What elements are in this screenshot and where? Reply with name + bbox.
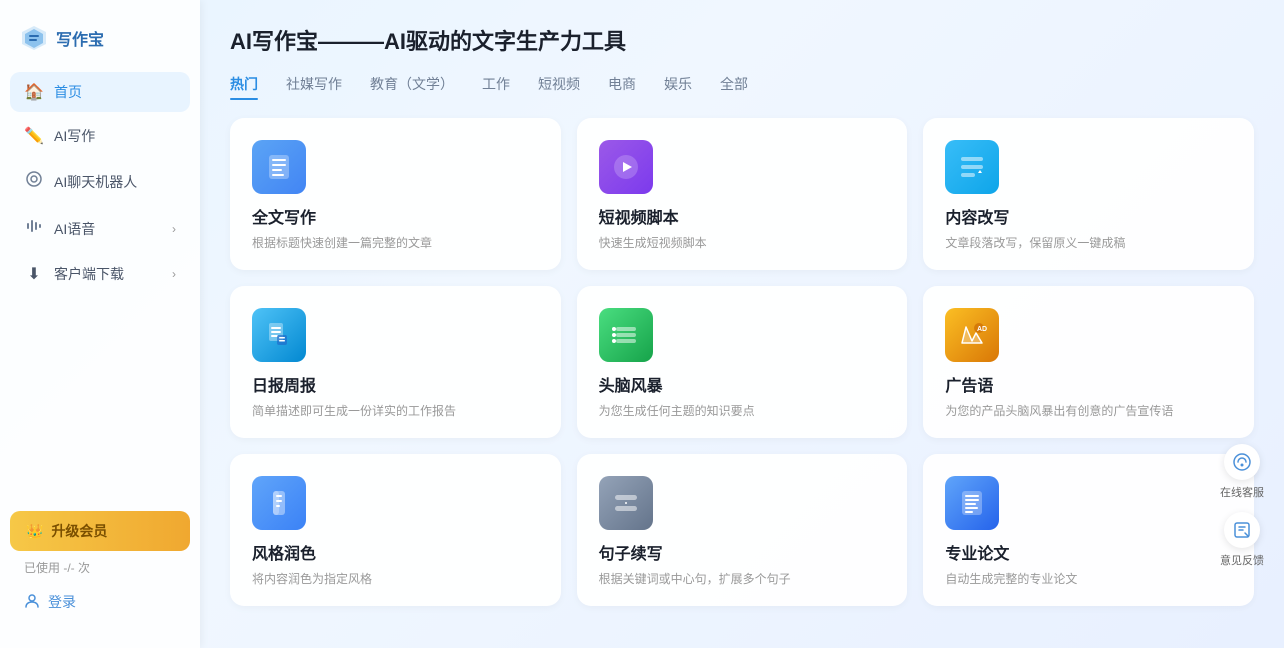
card-grid: 全文写作 根据标题快速创建一篇完整的文章 短视频脚本 快速生成短视频脚本 xyxy=(230,118,1254,606)
sidebar-item-ai-writing[interactable]: ✏️ AI写作 xyxy=(10,116,190,156)
card-ad-title: 广告语 xyxy=(945,372,1232,396)
tab-entertainment[interactable]: 娱乐 xyxy=(664,74,692,98)
card-thesis[interactable]: 专业论文 自动生成完整的专业论文 xyxy=(923,454,1254,606)
card-advertisement[interactable]: AD 广告语 为您的产品头脑风暴出有创意的广告宣传语 xyxy=(923,286,1254,438)
voice-icon xyxy=(24,217,44,240)
download-icon: ⬇ xyxy=(24,264,44,284)
card-report-title: 日报周报 xyxy=(252,372,539,396)
sidebar: 写作宝 🏠 首页 ✏️ AI写作 AI聊天机器人 xyxy=(0,0,200,648)
card-continue-icon xyxy=(599,476,653,530)
card-style-tone[interactable]: 风格润色 将内容润色为指定风格 xyxy=(230,454,561,606)
card-video-script-desc: 快速生成短视频脚本 xyxy=(599,234,886,252)
card-ad-desc: 为您的产品头脑风暴出有创意的广告宣传语 xyxy=(945,402,1232,420)
card-short-video-script[interactable]: 短视频脚本 快速生成短视频脚本 xyxy=(577,118,908,270)
feedback-label: 意见反馈 xyxy=(1220,552,1264,568)
chevron-right-icon-2: › xyxy=(172,267,176,281)
card-ad-icon: AD xyxy=(945,308,999,362)
card-brainstorm[interactable]: 头脑风暴 为您生成任何主题的知识要点 xyxy=(577,286,908,438)
logo-text: 写作宝 xyxy=(56,26,104,50)
card-style-title: 风格润色 xyxy=(252,540,539,564)
card-rewrite-icon xyxy=(945,140,999,194)
sidebar-item-ai-writing-label: AI写作 xyxy=(54,126,95,146)
logo-icon xyxy=(20,24,48,52)
card-thesis-icon xyxy=(945,476,999,530)
upgrade-button[interactable]: 👑 升级会员 xyxy=(10,511,190,551)
online-service-label: 在线客服 xyxy=(1220,484,1264,500)
main-content: AI写作宝———AI驱动的文字生产力工具 热门 社媒写作 教育（文学） 工作 短… xyxy=(200,0,1284,648)
chevron-right-icon: › xyxy=(172,222,176,236)
card-full-writing[interactable]: 全文写作 根据标题快速创建一篇完整的文章 xyxy=(230,118,561,270)
crown-icon: 👑 xyxy=(26,523,43,540)
sidebar-item-ai-voice[interactable]: AI语音 › xyxy=(10,207,190,250)
tab-short-video[interactable]: 短视频 xyxy=(538,74,580,98)
user-icon xyxy=(24,593,40,612)
feedback-button[interactable]: 意见反馈 xyxy=(1216,512,1268,568)
card-full-writing-desc: 根据标题快速创建一篇完整的文章 xyxy=(252,234,539,252)
card-rewrite-title: 内容改写 xyxy=(945,204,1232,228)
card-report-icon xyxy=(252,308,306,362)
tab-bar: 热门 社媒写作 教育（文学） 工作 短视频 电商 娱乐 全部 xyxy=(230,74,1254,98)
card-brainstorm-desc: 为您生成任何主题的知识要点 xyxy=(599,402,886,420)
pencil-icon: ✏️ xyxy=(24,126,44,146)
tab-social[interactable]: 社媒写作 xyxy=(286,74,342,98)
card-video-script-title: 短视频脚本 xyxy=(599,204,886,228)
card-rewrite-desc: 文章段落改写，保留原义一键成稿 xyxy=(945,234,1232,252)
online-service-button[interactable]: 在线客服 xyxy=(1216,444,1268,500)
card-style-icon xyxy=(252,476,306,530)
login-label: 登录 xyxy=(48,592,76,612)
feedback-icon xyxy=(1224,512,1260,548)
sidebar-item-ai-chat-label: AI聊天机器人 xyxy=(54,172,137,192)
tab-all[interactable]: 全部 xyxy=(720,74,748,98)
tab-ecommerce[interactable]: 电商 xyxy=(608,74,636,98)
card-report-desc: 简单描述即可生成一份详实的工作报告 xyxy=(252,402,539,420)
card-brainstorm-title: 头脑风暴 xyxy=(599,372,886,396)
upgrade-label: 升级会员 xyxy=(51,521,107,541)
card-style-desc: 将内容润色为指定风格 xyxy=(252,570,539,588)
tab-education[interactable]: 教育（文学） xyxy=(370,74,454,98)
sidebar-item-ai-chat[interactable]: AI聊天机器人 xyxy=(10,160,190,203)
card-brainstorm-icon xyxy=(599,308,653,362)
card-daily-report[interactable]: 日报周报 简单描述即可生成一份详实的工作报告 xyxy=(230,286,561,438)
sidebar-item-client-download[interactable]: ⬇ 客户端下载 › xyxy=(10,254,190,294)
card-thesis-title: 专业论文 xyxy=(945,540,1232,564)
login-button[interactable]: 登录 xyxy=(10,584,190,620)
card-sentence-continue[interactable]: 句子续写 根据关键词或中心句，扩展多个句子 xyxy=(577,454,908,606)
sidebar-item-client-download-label: 客户端下载 xyxy=(54,264,124,284)
tab-hot[interactable]: 热门 xyxy=(230,74,258,98)
card-continue-desc: 根据关键词或中心句，扩展多个句子 xyxy=(599,570,886,588)
home-icon: 🏠 xyxy=(24,82,44,102)
card-thesis-desc: 自动生成完整的专业论文 xyxy=(945,570,1232,588)
usage-text: 已使用 -/- 次 xyxy=(10,559,190,576)
sidebar-nav: 🏠 首页 ✏️ AI写作 AI聊天机器人 xyxy=(0,72,200,499)
sidebar-bottom: 👑 升级会员 已使用 -/- 次 登录 xyxy=(0,499,200,632)
card-content-rewrite[interactable]: 内容改写 文章段落改写，保留原义一键成稿 xyxy=(923,118,1254,270)
logo: 写作宝 xyxy=(0,16,200,72)
chat-icon xyxy=(24,170,44,193)
card-writing-icon xyxy=(252,140,306,194)
float-buttons: 在线客服 意见反馈 xyxy=(1216,444,1268,568)
card-video-icon xyxy=(599,140,653,194)
sidebar-item-home[interactable]: 🏠 首页 xyxy=(10,72,190,112)
sidebar-item-ai-voice-label: AI语音 xyxy=(54,219,95,239)
card-continue-title: 句子续写 xyxy=(599,540,886,564)
page-title: AI写作宝———AI驱动的文字生产力工具 xyxy=(230,24,1254,56)
card-full-writing-title: 全文写作 xyxy=(252,204,539,228)
sidebar-item-home-label: 首页 xyxy=(54,82,82,102)
tab-work[interactable]: 工作 xyxy=(482,74,510,98)
svg-text:AD: AD xyxy=(977,326,987,333)
service-icon xyxy=(1224,444,1260,480)
